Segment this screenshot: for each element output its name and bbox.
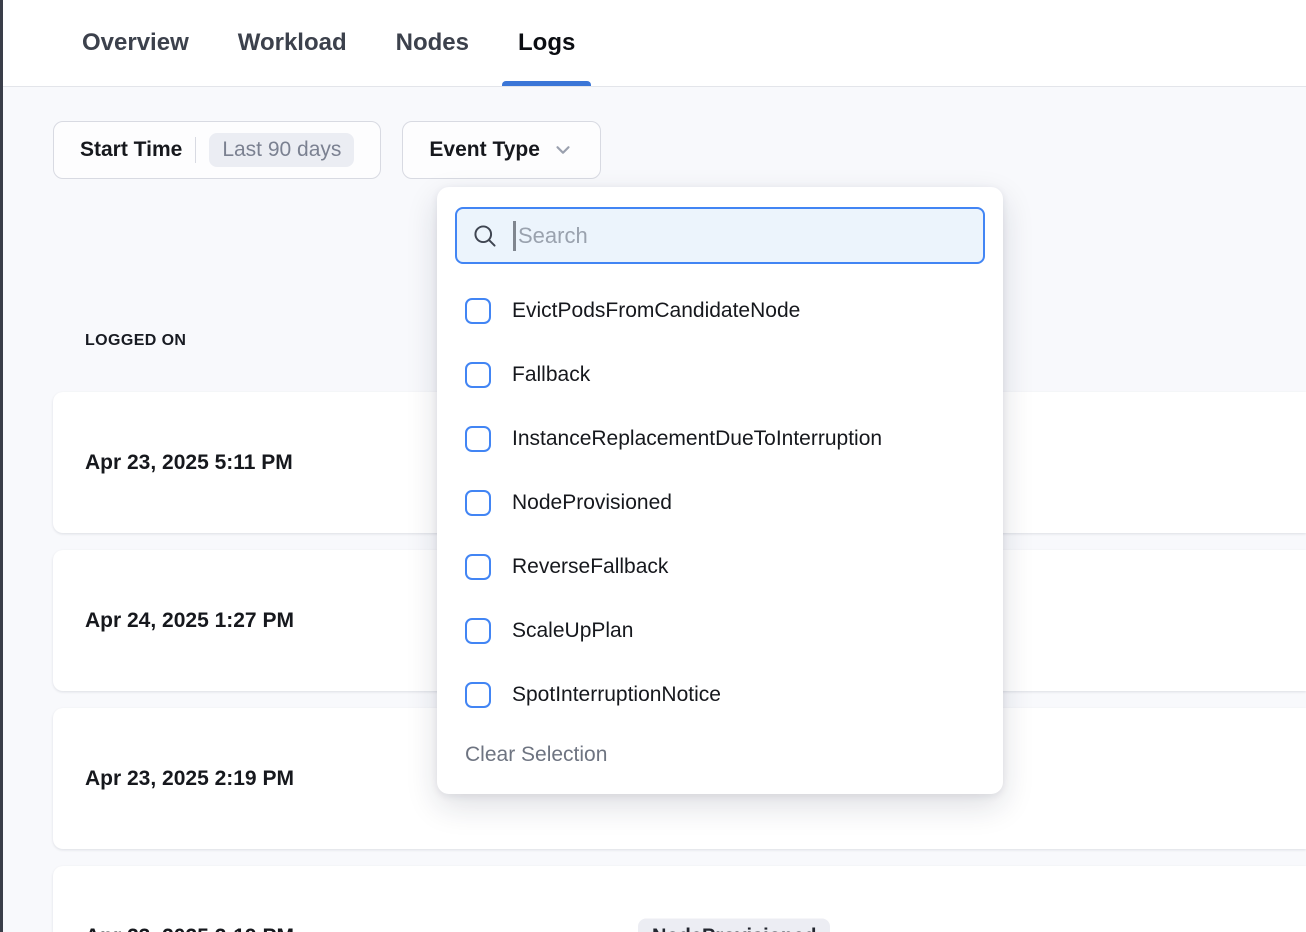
tabs: Overview Workload Nodes Logs	[82, 0, 575, 86]
dropdown-search[interactable]	[455, 207, 985, 264]
start-time-label: Start Time	[80, 138, 182, 162]
event-type-option[interactable]: InstanceReplacementDueToInterruption	[437, 407, 1003, 471]
logged-on-value: Apr 23, 2025 2:19 PM	[85, 767, 294, 791]
event-type-dropdown: EvictPodsFromCandidateNode Fallback Inst…	[437, 187, 1003, 794]
search-input[interactable]	[516, 223, 969, 249]
checkbox-unchecked-icon[interactable]	[465, 298, 491, 324]
logged-on-value: Apr 23, 2025 5:11 PM	[85, 451, 293, 475]
table-row[interactable]: Apr 23, 2025 2:19 PM NodeProvisioned	[53, 866, 1306, 932]
checkbox-unchecked-icon[interactable]	[465, 554, 491, 580]
filter-separator	[195, 137, 196, 163]
filter-row: Start Time Last 90 days Event Type	[53, 121, 601, 179]
tab-overview[interactable]: Overview	[82, 0, 189, 86]
logged-on-value: Apr 24, 2025 1:27 PM	[85, 609, 294, 633]
tab-bar: Overview Workload Nodes Logs	[3, 0, 1306, 87]
column-header-logged-on: LOGGED ON	[85, 332, 186, 350]
event-type-filter[interactable]: Event Type	[402, 121, 600, 179]
search-icon	[471, 222, 499, 250]
event-type-option[interactable]: ScaleUpPlan	[437, 599, 1003, 663]
event-type-option[interactable]: Fallback	[437, 343, 1003, 407]
content-area: Start Time Last 90 days Event Type LOGGE…	[3, 87, 1306, 932]
event-type-options: EvictPodsFromCandidateNode Fallback Inst…	[437, 279, 1003, 727]
clear-selection-button[interactable]: Clear Selection	[465, 743, 607, 767]
start-time-value[interactable]: Last 90 days	[209, 133, 354, 167]
checkbox-unchecked-icon[interactable]	[465, 682, 491, 708]
checkbox-unchecked-icon[interactable]	[465, 490, 491, 516]
tab-logs[interactable]: Logs	[518, 0, 575, 86]
checkbox-unchecked-icon[interactable]	[465, 362, 491, 388]
event-type-badge: NodeProvisioned	[638, 918, 830, 932]
logged-on-value: Apr 23, 2025 2:19 PM	[85, 925, 294, 932]
logs-page: Overview Workload Nodes Logs Start Time Las…	[0, 0, 1306, 932]
checkbox-unchecked-icon[interactable]	[465, 618, 491, 644]
event-type-option[interactable]: ReverseFallback	[437, 535, 1003, 599]
event-type-option[interactable]: NodeProvisioned	[437, 471, 1003, 535]
chevron-down-icon	[552, 139, 574, 161]
tab-workload[interactable]: Workload	[238, 0, 347, 86]
checkbox-unchecked-icon[interactable]	[465, 426, 491, 452]
tab-nodes[interactable]: Nodes	[396, 0, 469, 86]
event-type-option[interactable]: EvictPodsFromCandidateNode	[437, 279, 1003, 343]
event-type-option[interactable]: SpotInterruptionNotice	[437, 663, 1003, 727]
start-time-filter[interactable]: Start Time Last 90 days	[53, 121, 381, 179]
event-type-label: Event Type	[429, 138, 539, 162]
